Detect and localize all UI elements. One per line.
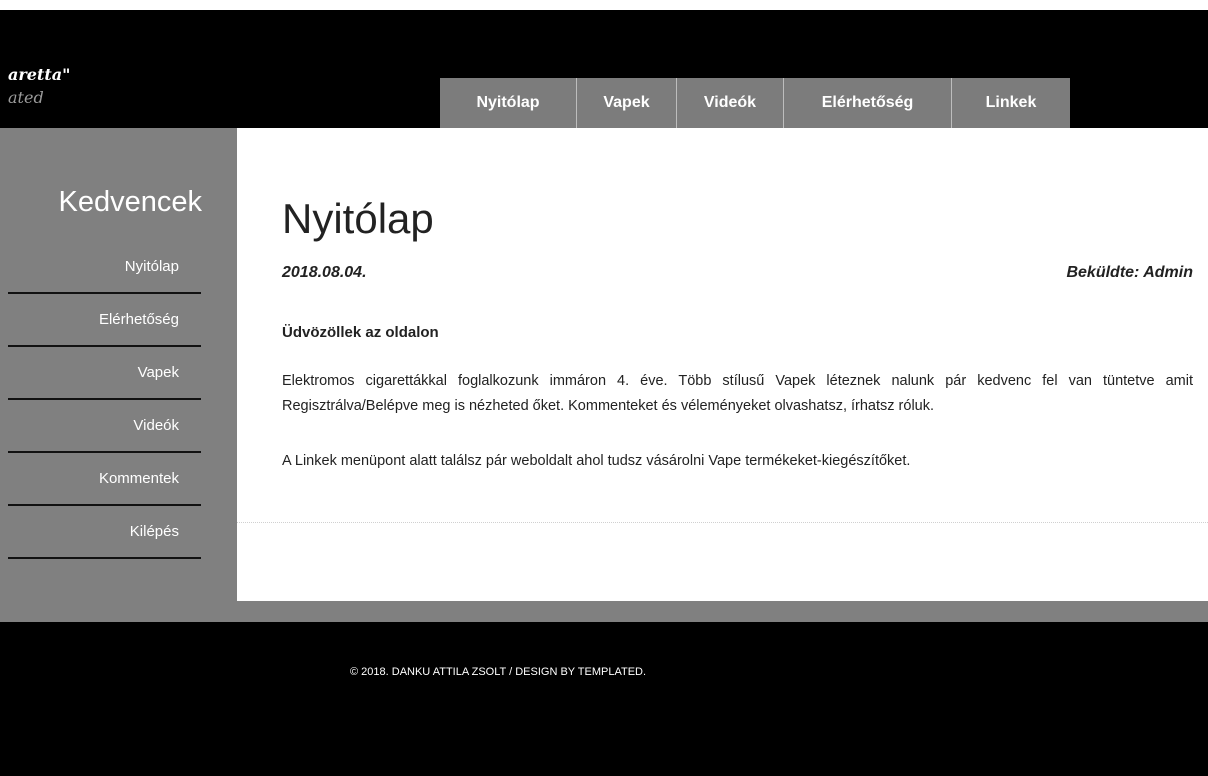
logo-title[interactable]: aretta" (8, 65, 70, 84)
post-date: 2018.08.04. (282, 264, 367, 281)
post-paragraph: Elektromos cigarettákkal foglalkozunk im… (282, 373, 1193, 414)
logo-subtitle: ated (8, 88, 44, 107)
sidebar-item-kommentek[interactable]: Kommentek (8, 453, 201, 506)
page-title: Nyitólap (282, 195, 434, 242)
sidebar: Kedvencek Nyitólap Elérhetőség Vapek Vid… (0, 128, 237, 601)
post-paragraph: A Linkek menüpont alatt találsz pár webo… (282, 453, 911, 469)
footer-copyright: © 2018. DANKU ATTILA ZSOLT / DESIGN BY T… (350, 666, 647, 678)
sidebar-item-vapek[interactable]: Vapek (8, 347, 201, 400)
top-nav-linkek[interactable]: Linkek (952, 78, 1070, 128)
main-content: Nyitólap 2018.08.04. Beküldte: Admin Üdv… (237, 128, 1208, 601)
welcome-heading: Üdvözöllek az oldalon (282, 324, 439, 341)
top-nav-videok[interactable]: Videók (677, 78, 784, 128)
sidebar-title: Kedvencek (58, 186, 203, 218)
sidebar-item-elerhetoseg[interactable]: Elérhetőség (8, 294, 201, 347)
sidebar-menu: Nyitólap Elérhetőség Vapek Videók Kommen… (8, 241, 201, 559)
sidebar-item-kilepes[interactable]: Kilépés (8, 506, 201, 559)
sidebar-item-nyitolap[interactable]: Nyitólap (8, 241, 201, 294)
post-author: Beküldte: Admin (1066, 264, 1193, 281)
top-nav-nyitolap[interactable]: Nyitólap (440, 78, 577, 128)
top-nav-elerhetoseg[interactable]: Elérhetőség (784, 78, 952, 128)
top-navigation: Nyitólap Vapek Videók Elérhetőség Linkek (440, 78, 1070, 128)
top-nav-vapek[interactable]: Vapek (577, 78, 677, 128)
content-divider (237, 522, 1208, 523)
sidebar-item-videok[interactable]: Videók (8, 400, 201, 453)
